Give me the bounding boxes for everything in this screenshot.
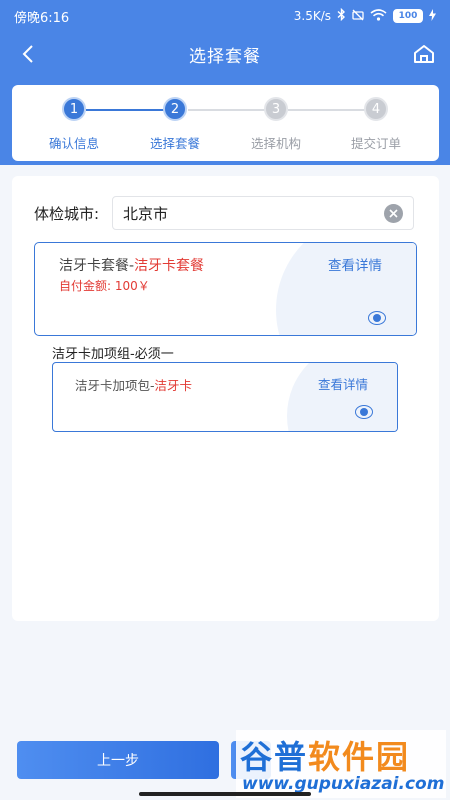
step-circle: 1	[62, 97, 86, 121]
addon-name: 洁牙卡加项包-洁牙卡	[75, 375, 192, 394]
addon-radio[interactable]	[355, 405, 373, 419]
wifi-icon	[370, 8, 387, 24]
step-choose-package: 2 选择套餐	[130, 97, 220, 152]
charging-icon	[429, 8, 436, 24]
chevron-left-icon	[22, 45, 33, 63]
watermark-title-part2: 软件园	[308, 738, 411, 776]
step-circle: 2	[163, 97, 187, 121]
addon-name-prefix: 洁牙卡加项包-	[75, 378, 155, 393]
status-icons: 3.5K/s 100	[293, 7, 436, 24]
addon-group-title: 洁牙卡加项组-必须一	[52, 347, 174, 362]
home-indicator	[139, 792, 311, 796]
battery-icon: 100	[393, 9, 423, 23]
status-bar: 傍晚6:16 3.5K/s 100	[0, 0, 450, 32]
step-submit-order: 4 提交订单	[331, 97, 421, 152]
package-selection-card: 体检城市: 北京市 洁牙卡套餐-洁牙卡套餐 自付金额: 100￥ 查看详情 洁牙…	[12, 176, 439, 621]
bluetooth-icon	[337, 7, 346, 24]
city-input[interactable]: 北京市	[112, 196, 414, 230]
package-price: 自付金额: 100￥	[59, 277, 150, 294]
step-label: 选择套餐	[149, 136, 200, 151]
step-label: 提交订单	[350, 136, 401, 151]
package-name-prefix: 洁牙卡套餐-	[59, 258, 135, 274]
watermark-url: www.gupuxiazai.com	[242, 774, 445, 794]
network-speed: 3.5K/s	[293, 9, 331, 23]
home-icon	[414, 45, 434, 63]
steps-progress: 1 确认信息 2 选择套餐 3 选择机构 4 提交订单	[12, 85, 439, 161]
addon-detail-link[interactable]: 查看详情	[318, 374, 368, 393]
step-circle: 4	[364, 97, 388, 121]
addon-option[interactable]: 洁牙卡加项包-洁牙卡 查看详情	[52, 362, 398, 432]
city-value: 北京市	[123, 204, 169, 223]
watermark-logo: 谷普软件园 www.gupuxiazai.com	[236, 730, 446, 798]
status-time: 傍晚6:16	[14, 10, 70, 26]
package-name: 洁牙卡套餐-洁牙卡套餐	[59, 255, 204, 275]
home-button[interactable]	[408, 38, 440, 70]
decorative-circle	[287, 363, 397, 431]
watermark-title: 谷普软件园	[240, 732, 410, 778]
city-label: 体检城市:	[34, 204, 100, 223]
step-label: 确认信息	[48, 136, 99, 151]
price-value: 100￥	[114, 279, 150, 293]
page-title: 选择套餐	[189, 46, 261, 67]
step-label: 选择机构	[250, 136, 301, 151]
city-row: 体检城市: 北京市	[34, 196, 414, 230]
prev-step-button[interactable]: 上一步	[17, 741, 219, 779]
clear-icon[interactable]	[384, 204, 403, 223]
package-radio[interactable]	[368, 311, 386, 325]
mute-icon	[352, 9, 364, 24]
radio-selected-dot	[373, 314, 381, 322]
package-option[interactable]: 洁牙卡套餐-洁牙卡套餐 自付金额: 100￥ 查看详情	[34, 242, 417, 336]
addon-name-highlight: 洁牙卡	[154, 378, 193, 393]
package-name-highlight: 洁牙卡套餐	[134, 258, 205, 274]
step-confirm-info: 1 确认信息	[29, 97, 119, 152]
watermark-title-part1: 谷普	[240, 738, 309, 776]
price-label: 自付金额:	[59, 279, 112, 293]
step-choose-institution: 3 选择机构	[231, 97, 321, 152]
back-button[interactable]	[12, 38, 44, 70]
radio-selected-dot	[360, 408, 368, 416]
package-detail-link[interactable]: 查看详情	[328, 254, 382, 274]
nav-bar: 选择套餐	[0, 32, 450, 76]
step-circle: 3	[264, 97, 288, 121]
